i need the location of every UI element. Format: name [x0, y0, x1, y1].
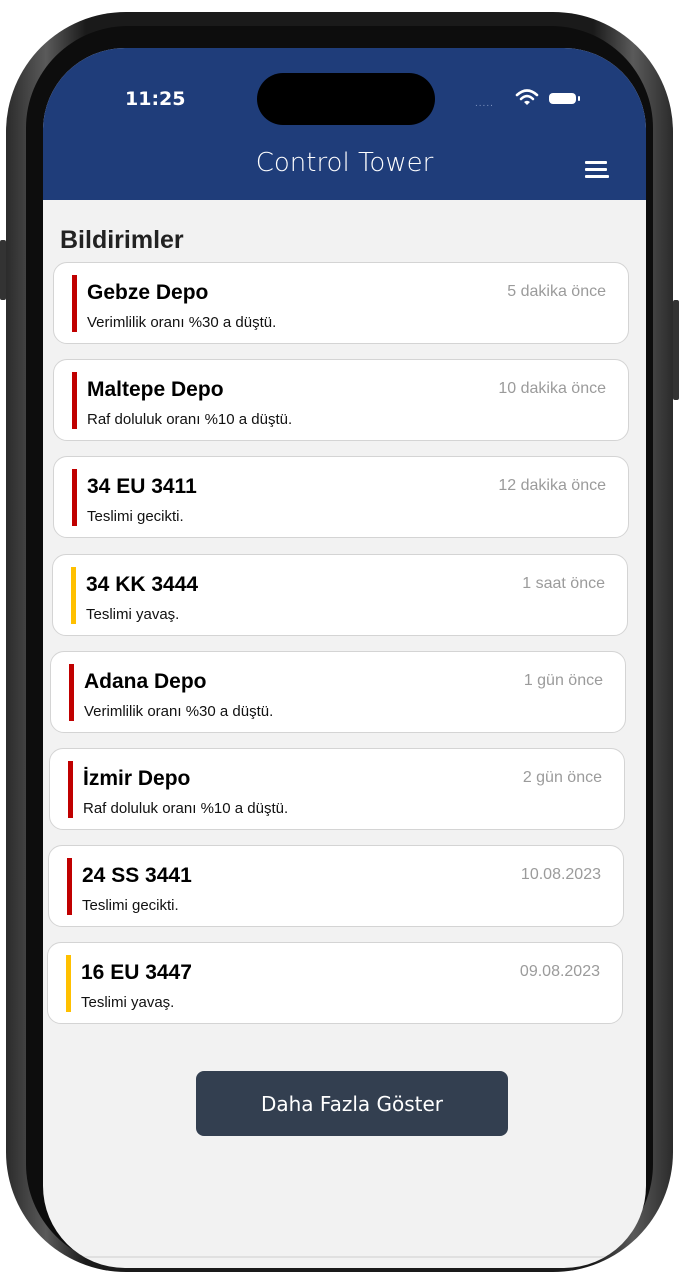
- notification-card[interactable]: Gebze Depo Verimlilik oranı %30 a düştü. 5…: [53, 262, 629, 344]
- volume-button: [0, 240, 6, 300]
- notification-title: Gebze Depo: [87, 281, 209, 304]
- signal-icon: .....: [475, 98, 494, 109]
- notification-card[interactable]: 16 EU 3447 Teslimi yavaş. 09.08.2023: [47, 942, 623, 1024]
- notification-message: Verimlilik oranı %30 a düştü.: [87, 314, 277, 331]
- notification-time: 5 dakika önce: [507, 283, 606, 300]
- app-title: Control Tower: [255, 148, 434, 178]
- notification-title: 34 KK 3444: [86, 573, 199, 596]
- notification-time: 2 gün önce: [522, 769, 602, 786]
- critical-severity-indicator: [72, 275, 77, 332]
- critical-severity-indicator: [72, 372, 77, 429]
- show-more-button[interactable]: Daha Fazla Göster: [196, 1071, 508, 1136]
- notification-title: Adana Depo: [84, 670, 207, 693]
- notification-card[interactable]: 34 EU 3411 Teslimi gecikti. 12 dakika önce: [53, 456, 629, 538]
- critical-severity-indicator: [69, 664, 74, 721]
- notification-message: Raf doluluk oranı %10 a düştü.: [83, 800, 289, 817]
- app-header: 11:25 ..... Control Tower: [43, 48, 646, 200]
- notification-time: 1 saat önce: [522, 575, 605, 592]
- notification-title: İzmir Depo: [83, 767, 191, 790]
- hamburger-menu-icon[interactable]: [585, 161, 609, 179]
- warning-severity-indicator: [66, 955, 71, 1012]
- notification-message: Raf doluluk oranı %10 a düştü.: [87, 411, 293, 428]
- notification-time: 12 dakika önce: [498, 477, 606, 494]
- warning-severity-indicator: [71, 567, 76, 624]
- power-button: [673, 300, 679, 400]
- notification-time: 10.08.2023: [520, 866, 601, 883]
- app-screen: 11:25 ..... Control Tower Bildirimler Ge…: [43, 48, 646, 1268]
- notification-message: Teslimi gecikti.: [82, 897, 179, 914]
- notification-title: 34 EU 3411: [87, 475, 197, 498]
- critical-severity-indicator: [72, 469, 77, 526]
- notification-card[interactable]: 34 KK 3444 Teslimi yavaş. 1 saat önce: [52, 554, 628, 636]
- notification-card[interactable]: Maltepe Depo Raf doluluk oranı %10 a düşt…: [53, 359, 629, 441]
- notification-title: Maltepe Depo: [87, 378, 224, 401]
- notification-card[interactable]: İzmir Depo Raf doluluk oranı %10 a düştü.…: [49, 748, 625, 830]
- notification-message: Teslimi yavaş.: [81, 994, 175, 1011]
- critical-severity-indicator: [68, 761, 73, 818]
- wifi-icon: [515, 89, 539, 105]
- notification-time: 10 dakika önce: [498, 380, 606, 397]
- dynamic-island: [257, 73, 435, 125]
- notification-card[interactable]: 24 SS 3441 Teslimi gecikti. 10.08.2023: [48, 845, 624, 927]
- critical-severity-indicator: [67, 858, 72, 915]
- battery-icon: [549, 93, 580, 104]
- notification-title: 24 SS 3441: [82, 864, 192, 887]
- notification-message: Teslimi yavaş.: [86, 606, 180, 623]
- notification-time: 09.08.2023: [519, 963, 600, 980]
- section-title: Bildirimler: [60, 226, 184, 254]
- notification-title: 16 EU 3447: [81, 961, 192, 984]
- notification-message: Teslimi gecikti.: [87, 508, 184, 525]
- notification-card[interactable]: Adana Depo Verimlilik oranı %30 a düştü. 1…: [50, 651, 626, 733]
- status-time: 11:25: [125, 88, 186, 110]
- notification-message: Verimlilik oranı %30 a düştü.: [84, 703, 274, 720]
- notification-time: 1 gün önce: [523, 672, 603, 689]
- bottom-divider: [65, 1256, 625, 1258]
